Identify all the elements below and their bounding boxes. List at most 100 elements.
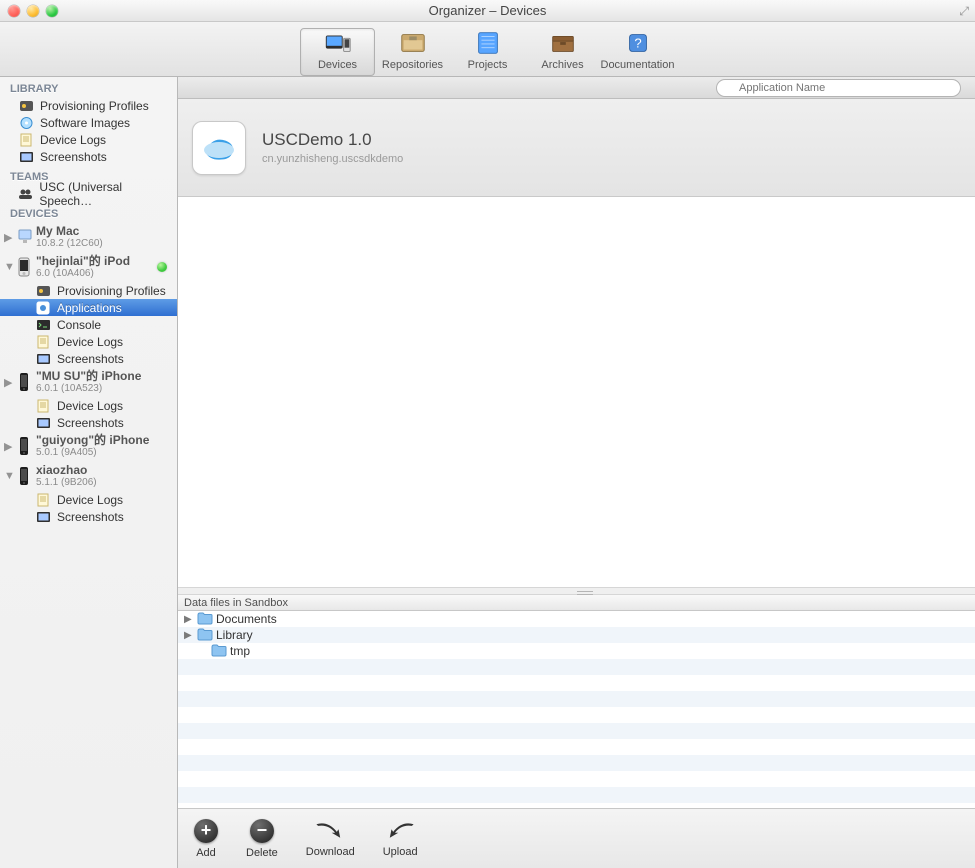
disclosure-icon[interactable]: ▼ xyxy=(4,470,14,482)
shot-icon xyxy=(18,149,34,164)
device-name: "guiyong"的 iPhone xyxy=(36,434,149,447)
sidebar-device-child[interactable]: Device Logs xyxy=(0,491,177,508)
sidebar-item-label: Screenshots xyxy=(57,352,124,366)
file-row[interactable] xyxy=(178,675,975,691)
file-row[interactable] xyxy=(178,659,975,675)
folder-icon xyxy=(197,628,213,642)
toolbar: Devices Repositories Projects Archives ?… xyxy=(0,22,975,77)
sidebar-device[interactable]: ▶ My Mac10.8.2 (12C60) xyxy=(0,222,177,252)
sidebar-device-child[interactable]: Applications xyxy=(0,299,177,316)
sidebar-library-item[interactable]: Software Images xyxy=(0,114,177,131)
toolbar-label: Repositories xyxy=(382,59,443,71)
minus-icon: − xyxy=(250,819,274,843)
projects-icon xyxy=(472,29,504,57)
file-row[interactable]: tmp xyxy=(178,643,975,659)
toolbar-label: Documentation xyxy=(601,59,675,71)
add-button[interactable]: + Add xyxy=(194,819,218,859)
device-version: 6.0 (10A406) xyxy=(36,268,130,279)
file-row[interactable] xyxy=(178,755,975,771)
log-icon xyxy=(36,399,51,413)
sidebar-item-label: Console xyxy=(57,318,101,332)
device-version: 5.0.1 (9A405) xyxy=(36,447,149,458)
fullscreen-icon[interactable]: ⤢ xyxy=(959,4,969,19)
download-icon xyxy=(313,820,347,842)
folder-icon xyxy=(197,612,213,626)
plus-icon: + xyxy=(194,819,218,843)
sidebar-item-label: Screenshots xyxy=(57,510,124,524)
search-input[interactable] xyxy=(716,79,961,97)
sidebar-device[interactable]: ▼ "hejinlai"的 iPod6.0 (10A406) xyxy=(0,252,177,282)
bottom-label: Download xyxy=(306,846,355,858)
file-row[interactable] xyxy=(178,707,975,723)
main: 🔍 ▾ USCDemo 1.0 cn.yunzhisheng.uscsdkdem… xyxy=(178,77,975,868)
toolbar-devices[interactable]: Devices xyxy=(300,28,375,76)
toolbar-documentation[interactable]: ? Documentation xyxy=(600,28,675,76)
device-name: "hejinlai"的 iPod xyxy=(36,255,130,268)
sidebar-team-item[interactable]: USC (Universal Speech… xyxy=(0,185,177,202)
sidebar-item-label: Screenshots xyxy=(57,416,124,430)
window-title: Organizer – Devices xyxy=(0,3,975,18)
delete-button[interactable]: − Delete xyxy=(246,819,278,859)
disclosure-icon[interactable]: ▶ xyxy=(4,376,14,389)
file-row[interactable] xyxy=(178,723,975,739)
disclosure-icon[interactable]: ▼ xyxy=(4,261,14,273)
console-icon xyxy=(36,318,51,332)
sidebar-item-label: Software Images xyxy=(40,116,130,130)
shot-icon xyxy=(36,510,51,524)
disclosure-icon[interactable]: ▶ xyxy=(184,630,194,641)
sidebar-device-child[interactable]: Console xyxy=(0,316,177,333)
sidebar-device-child[interactable]: Device Logs xyxy=(0,333,177,350)
download-button[interactable]: Download xyxy=(306,820,355,858)
sidebar-item-label: Device Logs xyxy=(57,399,123,413)
device-version: 6.0.1 (10A523) xyxy=(36,383,141,394)
toolbar-label: Projects xyxy=(468,59,508,71)
sidebar-library-item[interactable]: Provisioning Profiles xyxy=(0,97,177,114)
sidebar-device-child[interactable]: Screenshots xyxy=(0,414,177,431)
sidebar-item-label: Device Logs xyxy=(40,133,106,147)
status-dot-icon xyxy=(157,262,167,272)
app-name: USCDemo 1.0 xyxy=(262,130,403,150)
toolbar-repositories[interactable]: Repositories xyxy=(375,28,450,76)
badge-icon xyxy=(18,98,34,113)
file-name: Library xyxy=(216,628,253,642)
sidebar-device-child[interactable]: Device Logs xyxy=(0,397,177,414)
sidebar-device[interactable]: ▶ "guiyong"的 iPhone5.0.1 (9A405) xyxy=(0,431,177,461)
disclosure-icon[interactable]: ▶ xyxy=(4,440,14,453)
shot-icon xyxy=(36,416,51,430)
devices-icon xyxy=(322,29,354,57)
app-header: USCDemo 1.0 cn.yunzhisheng.uscsdkdemo xyxy=(178,99,975,197)
toolbar-label: Archives xyxy=(541,59,583,71)
toolbar-projects[interactable]: Projects xyxy=(450,28,525,76)
disclosure-icon[interactable]: ▶ xyxy=(4,231,14,244)
badge-icon xyxy=(36,284,51,298)
toolbar-archives[interactable]: Archives xyxy=(525,28,600,76)
sidebar-library-item[interactable]: Screenshots xyxy=(0,148,177,165)
sidebar-device-child[interactable]: Screenshots xyxy=(0,350,177,367)
device-version: 5.1.1 (9B206) xyxy=(36,477,97,488)
device-name: xiaozhao xyxy=(36,464,97,477)
file-name: Documents xyxy=(216,612,277,626)
sidebar-device-child[interactable]: Provisioning Profiles xyxy=(0,282,177,299)
device-name: "MU SU"的 iPhone xyxy=(36,370,141,383)
sidebar-device-child[interactable]: Screenshots xyxy=(0,508,177,525)
sidebar-device[interactable]: ▶ "MU SU"的 iPhone6.0.1 (10A523) xyxy=(0,367,177,397)
app-icon xyxy=(192,121,246,175)
disclosure-icon[interactable]: ▶ xyxy=(184,614,194,625)
sidebar-library-item[interactable]: Device Logs xyxy=(0,131,177,148)
sidebar-item-label: Provisioning Profiles xyxy=(57,284,166,298)
bottom-label: Delete xyxy=(246,847,278,859)
file-row[interactable] xyxy=(178,691,975,707)
team-icon xyxy=(18,186,33,201)
device-version: 10.8.2 (12C60) xyxy=(36,238,103,249)
log-icon xyxy=(36,493,51,507)
file-row[interactable] xyxy=(178,771,975,787)
file-row[interactable] xyxy=(178,787,975,803)
upload-button[interactable]: Upload xyxy=(383,820,418,858)
file-row[interactable]: ▶ Documents xyxy=(178,611,975,627)
sidebar-item-label: Device Logs xyxy=(57,493,123,507)
file-row[interactable]: ▶ Library xyxy=(178,627,975,643)
splitter[interactable] xyxy=(178,587,975,595)
file-row[interactable] xyxy=(178,739,975,755)
sidebar-device[interactable]: ▼ xiaozhao5.1.1 (9B206) xyxy=(0,461,177,491)
sidebar-item-label: Provisioning Profiles xyxy=(40,99,149,113)
